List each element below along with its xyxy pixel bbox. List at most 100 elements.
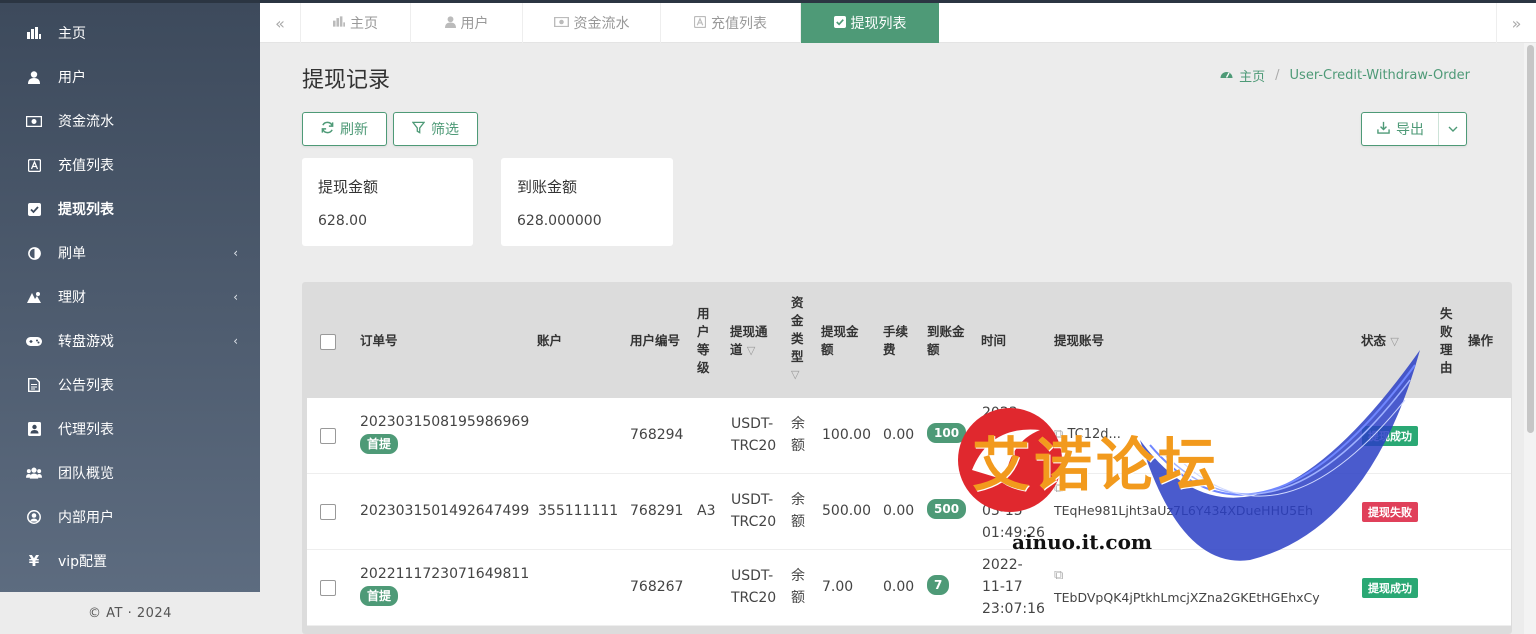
table-row: 2023031508195986969 首提 768294 USDT- TRC2… — [307, 398, 1511, 474]
select-all-checkbox[interactable] — [320, 334, 336, 350]
gamepad-icon — [26, 333, 42, 349]
tab-home[interactable]: 主页 — [300, 3, 410, 43]
level-cell: A3 — [697, 503, 716, 519]
chevron-left-icon: ‹ — [233, 246, 238, 260]
sidebar-item-wheel-game[interactable]: 转盘游戏 ‹ — [0, 319, 260, 363]
stat-card-withdraw-amount: 提现金额 628.00 — [302, 158, 473, 246]
bar-chart-icon — [333, 16, 345, 30]
fee-cell: 0.00 — [883, 427, 915, 443]
sidebar-item-recharge[interactable]: 充值列表 — [0, 143, 260, 187]
sidebar-item-home[interactable]: 主页 — [0, 11, 260, 55]
header-fee: 手续 费 — [883, 323, 908, 359]
copy-icon[interactable]: ⧉ — [1054, 478, 1313, 500]
channel-cell: USDT- TRC20 — [731, 413, 776, 457]
refresh-button[interactable]: 刷新 — [302, 112, 387, 146]
copy-icon[interactable]: ⧉ — [1054, 565, 1320, 587]
fund-type-cell: 余 额 — [791, 413, 805, 457]
sidebar-item-withdraw[interactable]: 提现列表 — [0, 187, 260, 231]
withdraw-account-cell: ⧉ TEbDVpQK4jPtkhLmcjXZna2GKEtHGEhxCy — [1054, 565, 1320, 609]
fund-type-text: 余 — [791, 416, 805, 432]
chevron-down-icon[interactable] — [1438, 113, 1466, 145]
tabs-scroll-right-button[interactable]: » — [1496, 3, 1536, 43]
header-fail-reason: 失 败 理 由 — [1440, 305, 1454, 377]
export-label: 导出 — [1396, 122, 1424, 138]
status-badge: 提现成功 — [1362, 578, 1418, 598]
time-text: 01:49:26 — [982, 525, 1045, 541]
export-button[interactable]: 导出 — [1361, 112, 1467, 146]
sidebar-item-team-overview[interactable]: 团队概览 — [0, 451, 260, 495]
header-text: 额 — [821, 342, 834, 357]
tab-withdraw[interactable]: 提现列表 — [800, 3, 939, 43]
row-checkbox[interactable] — [320, 580, 336, 596]
sidebar-item-finance[interactable]: 理财 ‹ — [0, 275, 260, 319]
tab-bar: « 主页 用户 资金流水 充值列表 提现列表 » — [260, 3, 1536, 43]
filter-icon[interactable]: ▽ — [747, 344, 755, 357]
sidebar-item-agents[interactable]: 代理列表 — [0, 407, 260, 451]
time-text: 23:07:16 — [982, 601, 1045, 617]
fund-type-text: 余 — [791, 568, 805, 584]
user-icon — [444, 15, 456, 31]
scrollbar-thumb[interactable] — [1527, 45, 1534, 433]
users-icon — [26, 465, 42, 481]
download-icon — [1377, 121, 1390, 138]
user-id-cell: 768267 — [630, 579, 684, 595]
sidebar-item-brush-order[interactable]: 刷单 ‹ — [0, 231, 260, 275]
sidebar-item-internal-users[interactable]: 内部用户 — [0, 495, 260, 539]
header-time: 时间 — [981, 333, 1007, 348]
order-no: 2023031508195986969 — [360, 414, 530, 430]
withdraw-account-cell: ⧉ TEqHe981Ljht3aUz7L6Y434XDueHHU5Eh — [1054, 478, 1313, 522]
stat-card-received-amount: 到账金额 628.000000 — [501, 158, 673, 246]
puzzle-icon — [26, 289, 42, 305]
header-withdraw-account: 提现账号 — [1054, 333, 1105, 348]
sidebar-item-fund-flow[interactable]: 资金流水 — [0, 99, 260, 143]
yen-icon: ¥ — [28, 552, 40, 570]
tab-label: 资金流水 — [573, 16, 630, 32]
page-scrollbar[interactable] — [1524, 43, 1536, 634]
channel-cell: USDT- TRC20 — [731, 489, 776, 533]
sidebar-item-users[interactable]: 用户 — [0, 55, 260, 99]
breadcrumb: 主页 / User-Credit-Withdraw-Order — [1220, 66, 1470, 85]
withdraw-table: 订单号 账户 用户编号 用 户 等 级 提现通 道 ▽ 资 金 类 型 ▽ 提现… — [302, 282, 1512, 634]
tab-recharge[interactable]: 充值列表 — [660, 3, 800, 43]
dashboard-icon — [1220, 68, 1233, 83]
refresh-label: 刷新 — [340, 122, 368, 138]
user-icon — [26, 69, 42, 85]
sidebar-item-label: 充值列表 — [58, 158, 114, 174]
withdraw-account: TEqHe981Ljht3aUz7L6Y434XDueHHU5Eh — [1054, 503, 1313, 518]
header-user-id: 用户编号 — [630, 333, 681, 348]
row-checkbox[interactable] — [320, 504, 336, 520]
tab-label: 提现列表 — [850, 16, 907, 32]
money-icon — [553, 16, 569, 30]
time-text: 2023- — [982, 481, 1023, 497]
bar-chart-icon — [26, 25, 42, 41]
sidebar-item-label: 提现列表 — [58, 202, 114, 218]
header-text: 费 — [883, 342, 896, 357]
sidebar-item-label: 用户 — [58, 70, 86, 86]
tab-fund-flow[interactable]: 资金流水 — [522, 3, 660, 43]
filter-icon[interactable]: ▽ — [791, 366, 807, 384]
refresh-icon — [321, 121, 334, 138]
row-checkbox[interactable] — [320, 428, 336, 444]
check-square-icon — [833, 15, 846, 31]
time-text: 03-15 — [982, 427, 1023, 443]
filter-icon[interactable]: ▽ — [1390, 335, 1398, 348]
channel-text: TRC20 — [731, 514, 777, 530]
tab-users[interactable]: 用户 — [410, 3, 522, 43]
stat-value: 628.000000 — [517, 213, 602, 229]
tabs-scroll-left-button[interactable]: « — [260, 3, 300, 43]
copy-icon[interactable]: ⧉ — [1054, 427, 1063, 442]
received-cell: 100 — [927, 422, 967, 444]
sidebar-item-vip-config[interactable]: ¥ vip配置 — [0, 539, 260, 583]
header-text: 提现金 — [821, 324, 859, 339]
header-order-no: 订单号 — [360, 333, 398, 348]
filter-button[interactable]: 筛选 — [393, 112, 478, 146]
sidebar-item-announcements[interactable]: 公告列表 — [0, 363, 260, 407]
channel-text: USDT- — [731, 416, 774, 432]
sidebar-item-label: 理财 — [58, 290, 86, 306]
filter-label: 筛选 — [431, 122, 459, 138]
breadcrumb-home-link[interactable]: 主页 — [1239, 66, 1265, 85]
sidebar-item-label: 团队概览 — [58, 466, 114, 482]
channel-cell: USDT- TRC20 — [731, 565, 776, 609]
sidebar-item-label: 公告列表 — [58, 378, 114, 394]
table-row: 2023031501492647499 355111111 768291 A3 … — [307, 474, 1511, 550]
